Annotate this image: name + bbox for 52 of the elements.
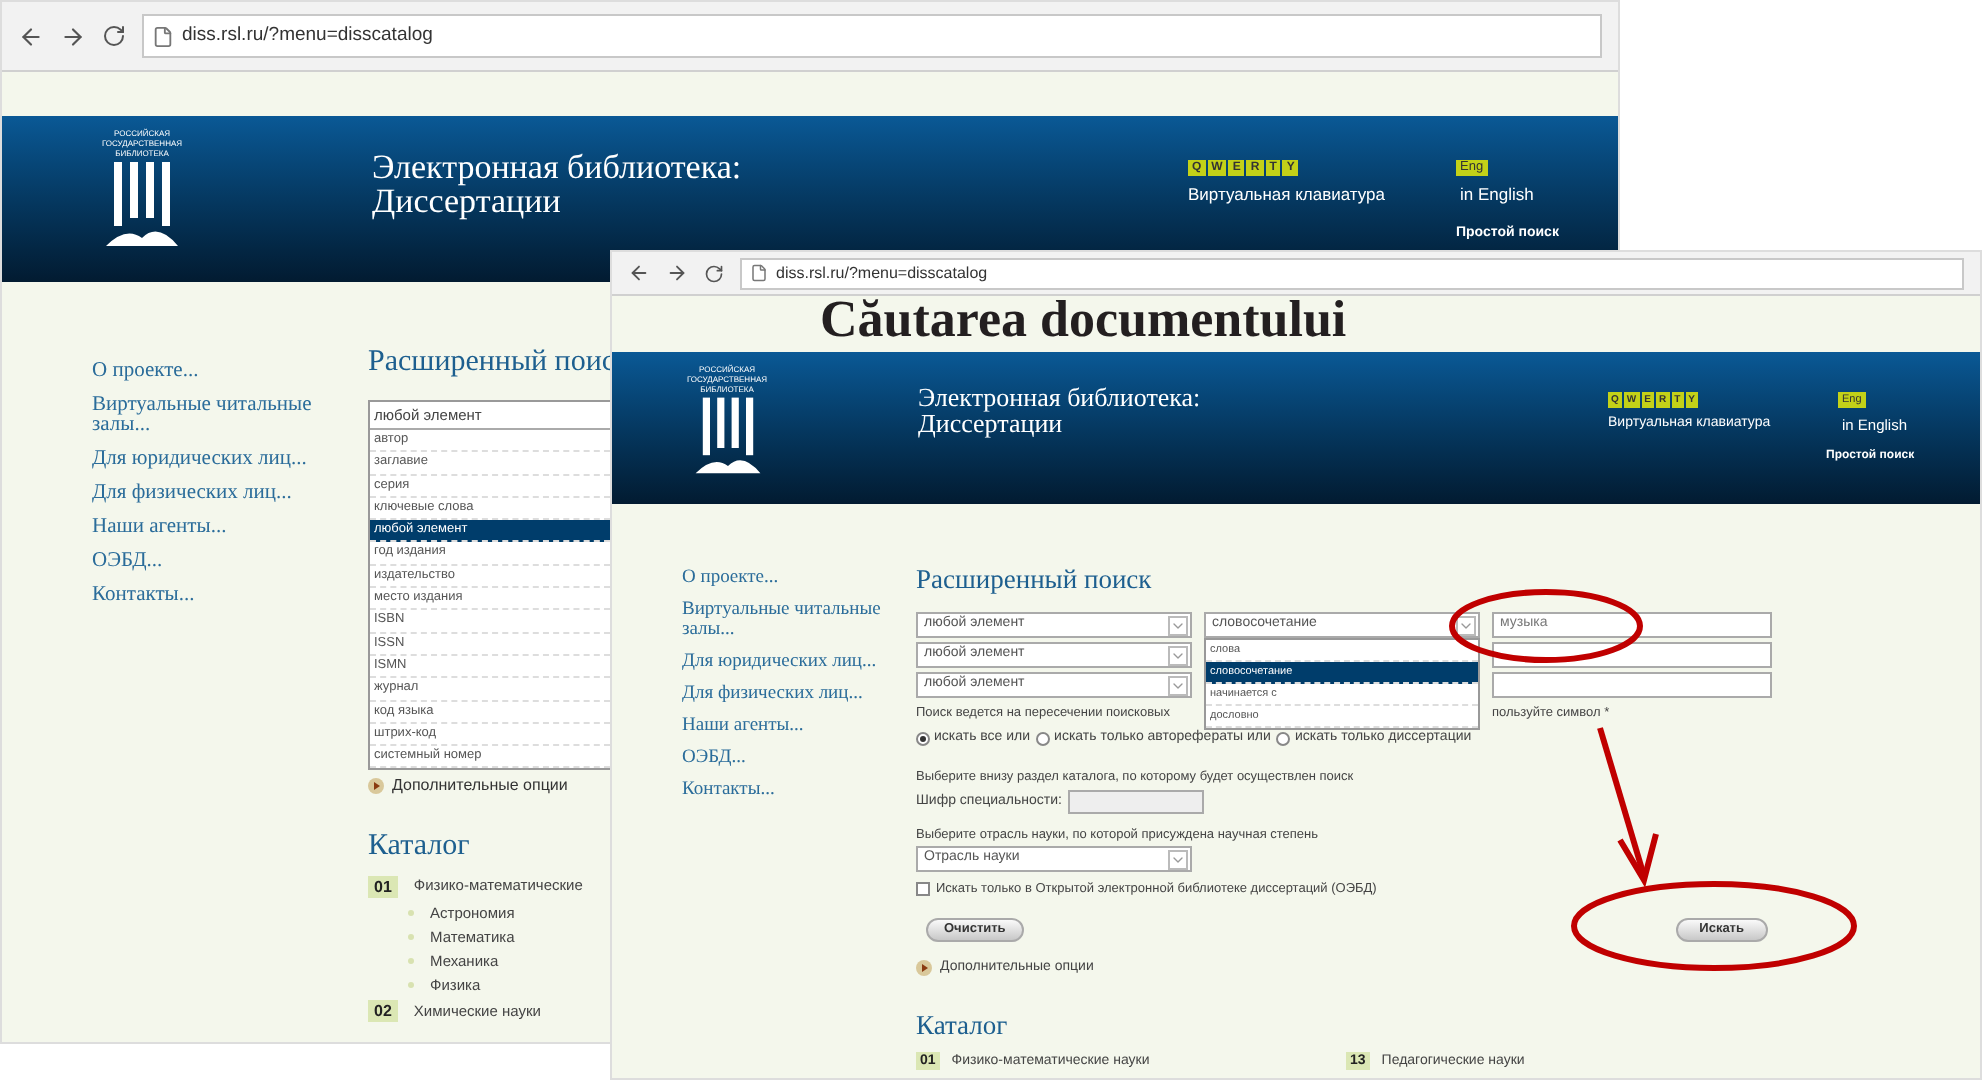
nav-link[interactable]: Для юридических лиц...: [92, 450, 332, 470]
nav-link[interactable]: О проекте...: [682, 568, 882, 588]
nav-link[interactable]: ОЭБД...: [92, 552, 332, 572]
columns-book-icon: [691, 394, 763, 475]
site-title: Электронная библиотека: Диссертации: [918, 384, 1201, 436]
bullet-icon: [408, 933, 414, 940]
reload-icon[interactable]: [102, 24, 126, 48]
slide-title: Căutarea documentului: [820, 292, 1347, 348]
page-icon: [750, 264, 768, 282]
more-options-link[interactable]: Дополнительные опции: [392, 774, 568, 799]
english-link[interactable]: in English: [1460, 182, 1559, 208]
section-code: 02: [368, 999, 398, 1022]
address-bar[interactable]: diss.rsl.ru/?menu=disscatalog: [142, 14, 1602, 58]
query-input[interactable]: [1492, 672, 1772, 698]
forward-icon[interactable]: [60, 23, 86, 49]
nav-link[interactable]: Наши агенты...: [92, 518, 332, 538]
virtual-keyboard-link[interactable]: Виртуальная клавиатура: [1188, 182, 1456, 208]
chevron-down-icon: [1168, 645, 1188, 665]
nav-link[interactable]: Для физических лиц...: [682, 684, 882, 704]
nav-link[interactable]: Контакты...: [682, 780, 882, 800]
page-icon: [152, 25, 174, 47]
nav-link[interactable]: Для физических лиц...: [92, 484, 332, 504]
chevron-down-icon: [1168, 615, 1188, 635]
nav-link[interactable]: Виртуальные читальные залы...: [682, 600, 882, 640]
play-circle-icon: [916, 960, 932, 976]
code-input[interactable]: [1067, 790, 1204, 815]
reload-icon[interactable]: [704, 263, 724, 283]
nav-link[interactable]: Виртуальные читальные залы...: [92, 396, 332, 436]
nav-link[interactable]: О проекте...: [92, 362, 332, 382]
url-text: diss.rsl.ru/?menu=disscatalog: [776, 261, 988, 285]
nav-link[interactable]: Для юридических лиц...: [682, 652, 882, 672]
nav-link[interactable]: Наши агенты...: [682, 716, 882, 736]
site-title: Электронная библиотека: Диссертации: [372, 150, 742, 218]
back-icon[interactable]: [18, 23, 44, 49]
nav-link[interactable]: Контакты...: [92, 586, 332, 606]
url-text: diss.rsl.ru/?menu=disscatalog: [182, 21, 433, 50]
nav-link[interactable]: ОЭБД...: [682, 748, 882, 768]
catalog-heading: Каталог: [916, 1010, 1010, 1041]
forward-icon[interactable]: [666, 262, 688, 284]
chevron-down-icon: [1168, 675, 1188, 695]
bullet-icon: [408, 957, 414, 964]
section-heading: Расширенный поиск: [916, 564, 1154, 594]
back-icon[interactable]: [628, 262, 650, 284]
address-bar[interactable]: diss.rsl.ru/?menu=disscatalog: [740, 257, 1964, 289]
chevron-down-icon: [1168, 849, 1188, 869]
section-heading: Расширенный поис: [368, 346, 612, 378]
columns-book-icon: [102, 158, 182, 248]
catalog-heading: Каталог: [368, 830, 472, 863]
play-circle-icon: [368, 778, 384, 795]
bullet-icon: [408, 981, 414, 988]
bullet-icon: [408, 909, 414, 916]
section-code: 01: [368, 875, 398, 898]
